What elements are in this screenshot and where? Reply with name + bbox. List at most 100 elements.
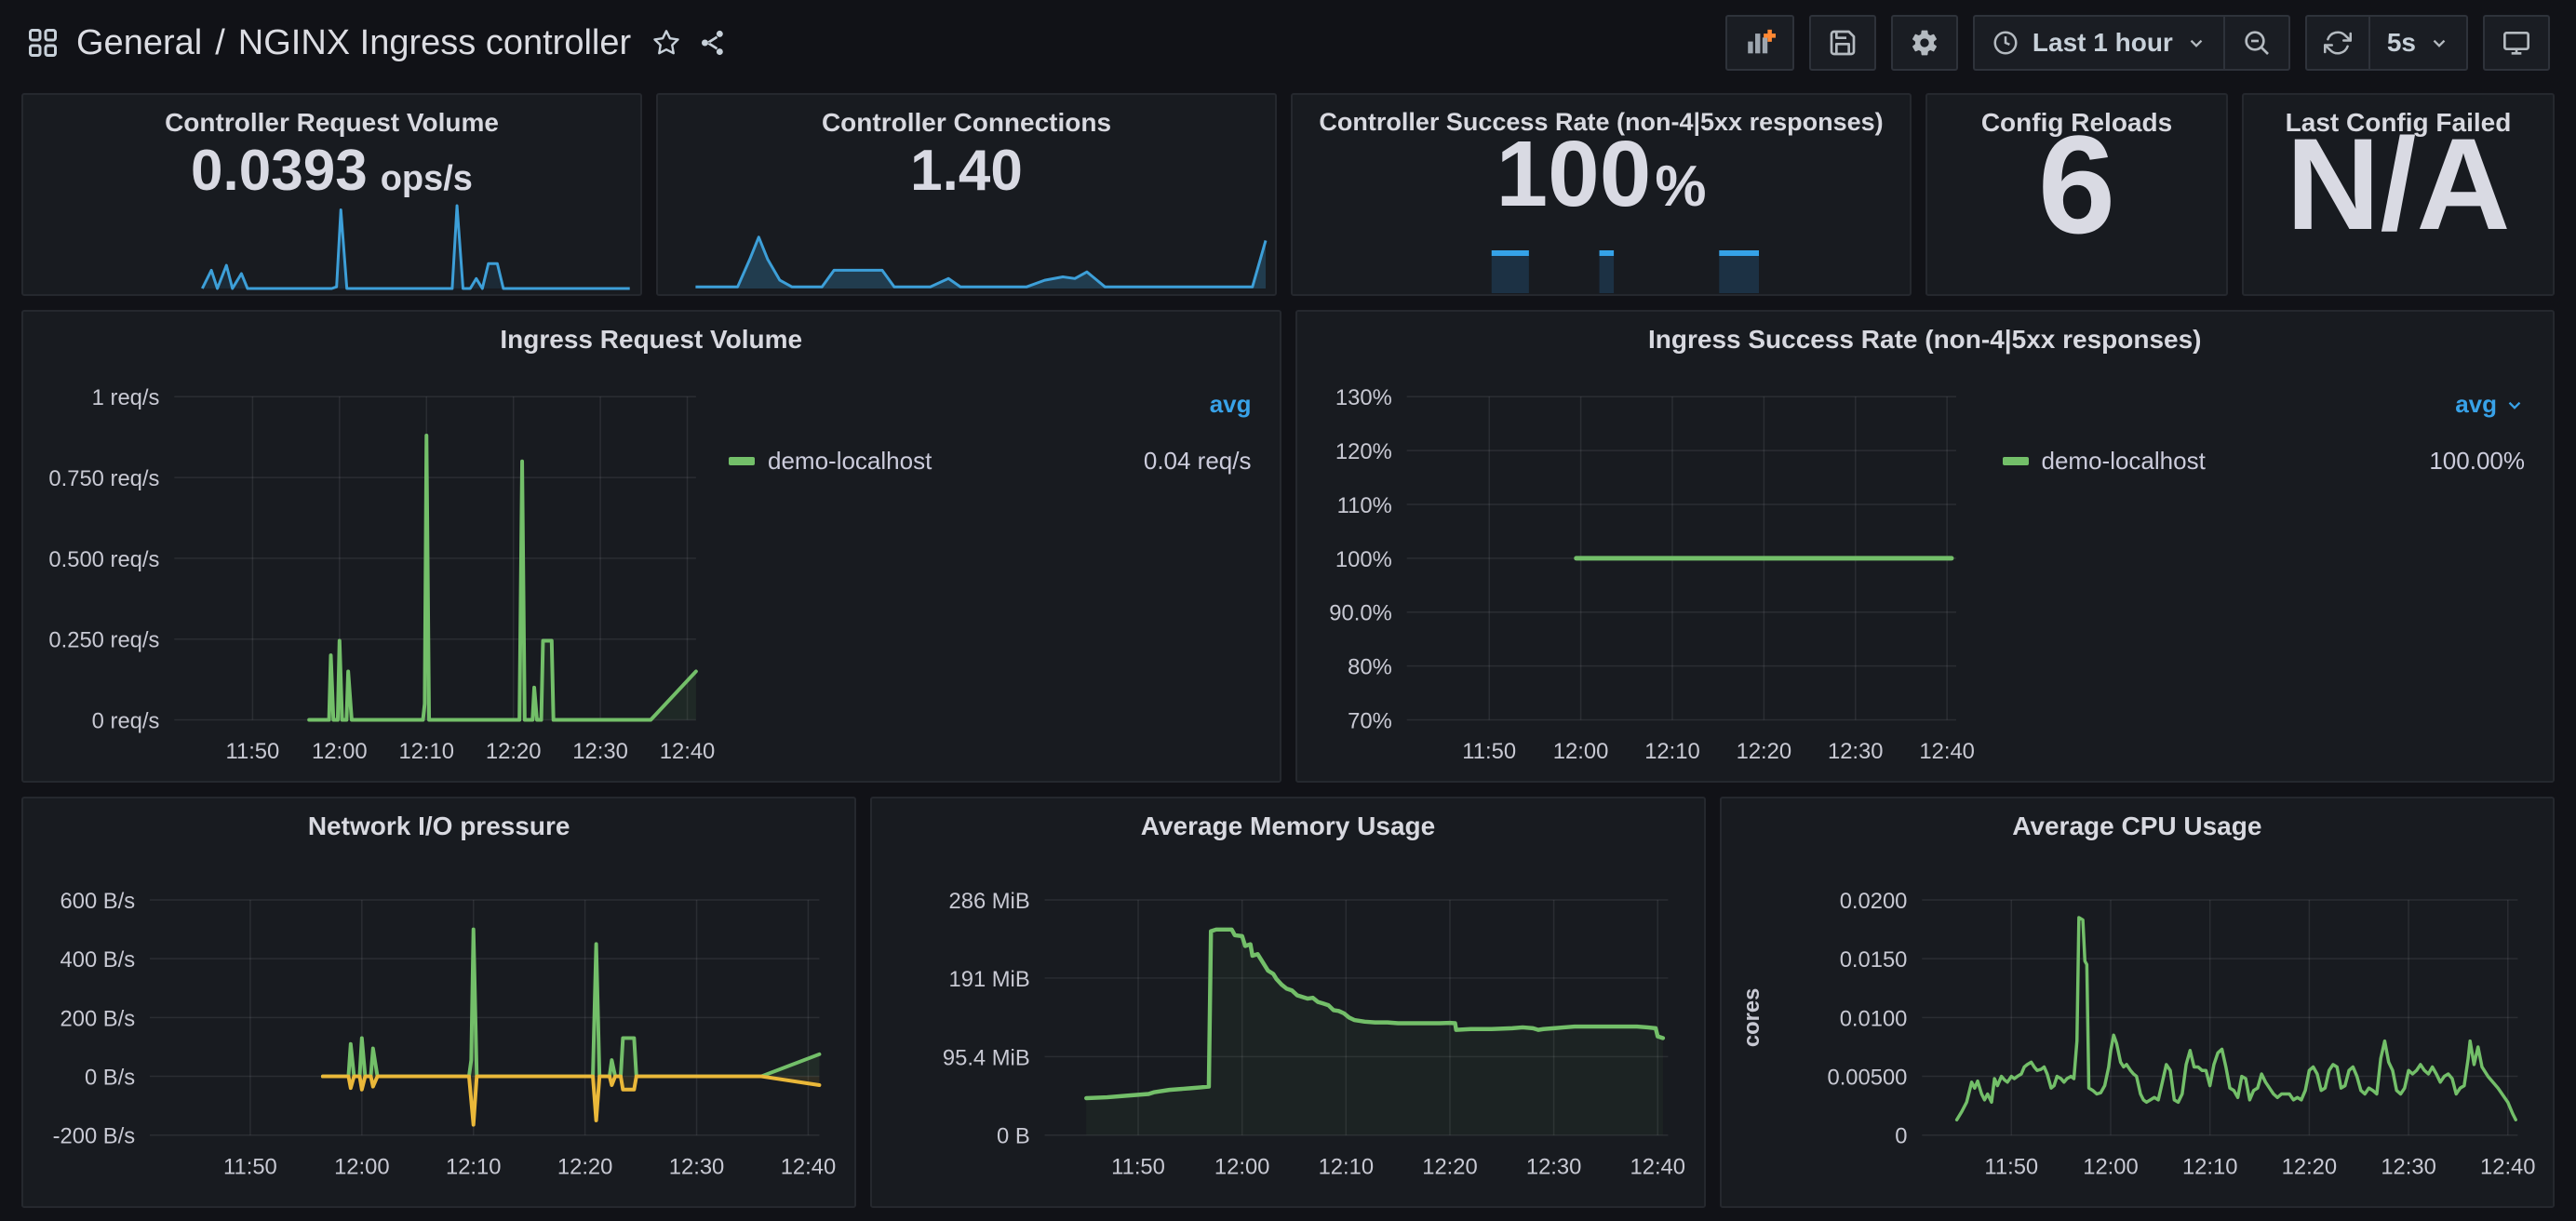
svg-text:11:50: 11:50 [223,1154,277,1179]
series-color-swatch[interactable] [729,457,755,465]
dashboard-toolbar: Last 1 hour 5s [1725,15,2550,71]
series-color-swatch[interactable] [2003,457,2029,465]
panel-controller-request-volume: Controller Request Volume 0.0393 ops/s [21,93,642,296]
svg-text:12:00: 12:00 [334,1154,389,1179]
svg-text:95.4 MiB: 95.4 MiB [943,1045,1030,1070]
svg-text:12:10: 12:10 [446,1154,501,1179]
stat-unit: ops/s [381,159,473,199]
panel-average-cpu-usage: Average CPU Usage 11:5012:0012:1012:2012… [1720,797,2555,1208]
legend-calc-header[interactable]: avg [2003,390,2526,419]
panel-title[interactable]: Ingress Success Rate (non-4|5xx response… [1297,312,2554,355]
legend-calc-label: avg [2455,390,2497,419]
panel-controller-connections: Controller Connections 1.40 [656,93,1277,296]
panel-title[interactable]: Config Reloads [1927,95,2226,138]
legend-row: demo-localhost 100.00% [2003,447,2526,476]
timeseries-chart[interactable]: 11:5012:0012:1012:2012:3012:40600 B/s400… [23,798,854,1206]
panel-title[interactable]: Network I/O pressure [23,798,854,841]
refresh-group: 5s [2305,15,2468,71]
add-panel-icon [1744,27,1776,59]
svg-text:-200 B/s: -200 B/s [53,1124,136,1149]
panel-average-memory-usage: Average Memory Usage 11:5012:0012:1012:2… [870,797,1705,1208]
svg-text:12:00: 12:00 [312,739,368,764]
star-icon[interactable] [651,28,681,58]
svg-text:0.750 req/s: 0.750 req/s [48,466,159,491]
svg-text:130%: 130% [1335,385,1391,410]
svg-text:12:30: 12:30 [1827,739,1883,764]
panel-title[interactable]: Last Config Failed [2244,95,2553,138]
svg-text:12:30: 12:30 [2381,1154,2435,1179]
time-range-label: Last 1 hour [2033,28,2173,58]
svg-text:12:00: 12:00 [1552,739,1608,764]
panel-controller-success-rate: Controller Success Rate (non-4|5xx respo… [1291,93,1912,296]
chevron-down-icon [2186,33,2207,53]
legend-calc-label: avg [1210,390,1252,419]
save-icon [1828,28,1858,58]
svg-text:12:40: 12:40 [1630,1154,1685,1179]
svg-text:12:20: 12:20 [1423,1154,1478,1179]
timeseries-chart[interactable]: 11:5012:0012:1012:2012:3012:40130%120%11… [1297,312,2554,781]
series-name[interactable]: demo-localhost [2042,447,2206,476]
kiosk-mode-button[interactable] [2483,15,2550,71]
refresh-button[interactable] [2307,17,2368,69]
time-range-picker[interactable]: Last 1 hour [1975,17,2223,69]
panel-network-io-pressure: Network I/O pressure 11:50 12:00 12:10 12:2… [21,797,856,1208]
add-panel-button[interactable] [1725,15,1794,71]
svg-text:0 B/s: 0 B/s [85,1065,135,1090]
svg-text:0 req/s: 0 req/s [92,708,160,733]
zoom-out-button[interactable] [2223,17,2288,69]
panel-title[interactable]: Average Memory Usage [872,798,1703,841]
save-dashboard-button[interactable] [1809,15,1876,71]
svg-text:11:50: 11:50 [1984,1154,2038,1179]
svg-text:200 B/s: 200 B/s [60,1006,136,1031]
chart-legend: avg demo-localhost 100.00% [2003,390,2526,476]
series-name[interactable]: demo-localhost [768,447,932,476]
svg-text:11:50: 11:50 [1111,1154,1165,1179]
refresh-icon [2324,29,2352,57]
svg-text:cores: cores [1739,988,1764,1047]
svg-text:600 B/s: 600 B/s [60,889,136,914]
stat-number: 1.40 [910,138,1023,204]
timeseries-chart[interactable]: 11:5012:0012:1012:2012:3012:40286 MiB191… [872,798,1703,1206]
dashboard-settings-button[interactable] [1891,15,1958,71]
svg-text:12:20: 12:20 [557,1154,612,1179]
legend-calc-header[interactable]: avg [729,390,1252,419]
apps-grid-icon[interactable] [26,26,60,60]
svg-text:12:40: 12:40 [660,739,716,764]
svg-text:12:40: 12:40 [1919,739,1975,764]
breadcrumb-separator: / [215,23,225,63]
share-icon[interactable] [698,28,728,58]
panel-last-config-failed: Last Config Failed N/A [2242,93,2555,296]
panel-ingress-request-volume: Ingress Request Volume 11:5012:0012:1012… [21,310,1281,783]
refresh-interval-picker[interactable]: 5s [2368,17,2466,69]
svg-text:12:10: 12:10 [1644,739,1700,764]
svg-text:12:30: 12:30 [1526,1154,1581,1179]
series-value: 100.00% [2429,447,2525,476]
panel-title[interactable]: Ingress Request Volume [23,312,1280,355]
series-value: 0.04 req/s [1144,447,1252,476]
svg-text:12:20: 12:20 [486,739,542,764]
svg-text:12:10: 12:10 [2182,1154,2237,1179]
chevron-down-icon [2429,33,2449,53]
stat-unit: % [1655,154,1706,220]
page-title[interactable]: NGINX Ingress controller [238,23,631,63]
kiosk-monitor-icon [2502,28,2531,58]
breadcrumb-folder[interactable]: General [76,23,202,63]
svg-text:191 MiB: 191 MiB [949,967,1030,992]
svg-text:90.0%: 90.0% [1329,601,1391,626]
svg-text:400 B/s: 400 B/s [60,947,136,973]
panel-title[interactable]: Controller Success Rate (non-4|5xx respo… [1293,95,1910,137]
timeseries-chart[interactable]: 11:5012:0012:1012:2012:3012:401 req/s0.7… [23,312,1280,781]
svg-text:1 req/s: 1 req/s [92,385,160,410]
dashboard-header: General / NGINX Ingress controller [0,0,2576,86]
svg-text:0.00500: 0.00500 [1827,1065,1907,1090]
panel-title[interactable]: Average CPU Usage [1722,798,2553,841]
svg-text:12:00: 12:00 [2083,1154,2138,1179]
timeseries-chart[interactable]: 11:5012:0012:1012:2012:3012:400.02000.01… [1722,798,2553,1206]
panel-title[interactable]: Controller Connections [658,95,1275,138]
svg-text:12:30: 12:30 [572,739,628,764]
svg-text:100%: 100% [1335,547,1391,572]
stat-number: 0.0393 [191,138,368,204]
panel-title[interactable]: Controller Request Volume [23,95,640,138]
svg-text:12:10: 12:10 [1319,1154,1374,1179]
svg-text:0: 0 [1895,1124,1907,1149]
